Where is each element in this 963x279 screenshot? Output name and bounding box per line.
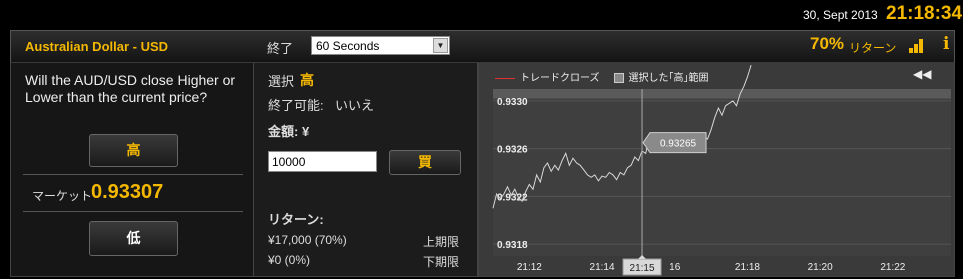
cursor-x-label: 21:15 (630, 263, 655, 274)
y-tick-label: 0.9330 (497, 97, 528, 108)
selected-range-band (493, 89, 951, 99)
legend-selected-range: 選択した｢高｣範囲 (628, 73, 709, 84)
y-tick-label: 0.9326 (497, 145, 528, 156)
returns-label: リターン: (268, 212, 324, 227)
upper-return-value: ¥17,000 (70%) (268, 233, 347, 247)
rewind-icon[interactable]: ◀◀ (913, 67, 931, 81)
y-tick-label: 0.9318 (497, 240, 528, 251)
info-icon[interactable]: i (943, 34, 949, 54)
high-button[interactable]: 高 (89, 134, 178, 167)
x-tick-label: 21:14 (590, 262, 615, 273)
selection-value: 高 (300, 72, 314, 88)
strike-price-label: 0.93265 (660, 139, 697, 150)
market-label: マーケット (32, 189, 93, 203)
selection-label: 選択 (268, 74, 295, 89)
legend-range-checkbox[interactable] (613, 73, 624, 84)
upper-return-label: 上期限 (423, 235, 460, 249)
x-tick-label: 16 (669, 262, 681, 273)
order-panel: 選択 高 終了可能: いいえ 金額: ¥ 10000 買 リターン: ¥17,0… (254, 63, 478, 277)
return-label: リターン (849, 41, 897, 55)
asset-header: Australian Dollar - USD 終了 60 Seconds ▼ … (10, 30, 955, 63)
expiry-select[interactable]: 60 Seconds ▼ (311, 36, 450, 55)
x-tick-label: 21:20 (808, 262, 833, 273)
price-chart-svg: 0.93180.93220.93260.933021:12 21:14 16 21:1… (492, 64, 951, 276)
prediction-question: Will the AUD/USD close Higher or Lower t… (25, 72, 236, 105)
expiry-select-value: 60 Seconds (316, 39, 380, 53)
market-price: 0.93307 (91, 181, 164, 203)
x-tick-label: 21:18 (735, 262, 760, 273)
can-close-value: いいえ (335, 98, 375, 113)
return-percent: 70% (810, 34, 845, 53)
prediction-panel: Will the AUD/USD close Higher or Lower t… (10, 63, 254, 277)
bar-chart-icon[interactable] (909, 39, 925, 53)
current-time: 21:18:34 (886, 3, 963, 24)
expiry-label: 終了 (267, 41, 294, 56)
lower-return-value: ¥0 (0%) (268, 253, 311, 267)
x-tick-label: 21:22 (880, 262, 905, 273)
amount-input[interactable]: 10000 (268, 151, 377, 172)
can-close-label: 終了可能: (268, 98, 324, 113)
lower-return-label: 下期限 (423, 255, 460, 269)
divider (23, 174, 243, 175)
low-button[interactable]: 低 (89, 221, 178, 256)
asset-name: Australian Dollar - USD (25, 39, 169, 54)
divider (23, 211, 243, 212)
chart-legend: トレードクローズ 選択した｢高｣範囲 (495, 69, 709, 84)
status-bar: 30, Sept 2013 21:18:34 (0, 0, 963, 30)
price-chart[interactable]: 0.9318 0.9322 0.9326 0.9330 21:12 21:14 16 21:1… (478, 63, 955, 277)
chevron-down-icon[interactable]: ▼ (433, 38, 448, 53)
legend-line-swatch (495, 77, 515, 79)
x-tick-label: 21:12 (517, 262, 542, 273)
legend-trade-close: トレードクローズ (520, 73, 600, 84)
buy-button[interactable]: 買 (389, 150, 461, 175)
current-date: 30, Sept 2013 (803, 8, 878, 22)
amount-label: 金額: ¥ (268, 124, 310, 139)
